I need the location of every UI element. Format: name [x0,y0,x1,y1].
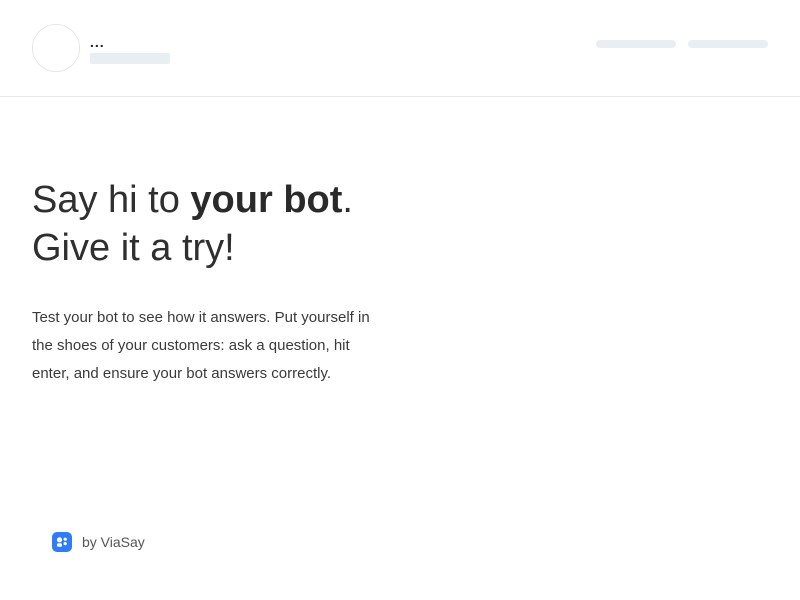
viasay-branding[interactable]: by ViaSay [52,532,145,552]
header-nav-placeholder-2 [688,40,768,48]
header-nav-placeholder-1 [596,40,676,48]
headline-text-start: Say hi to [32,179,191,221]
bot-name: ... [90,34,105,50]
bot-avatar [32,24,80,72]
viasay-logo-icon [52,532,72,552]
bot-test-page: ... Say hi to your bot. Give it a try! T… [0,0,800,600]
page-headline: Say hi to your bot. Give it a try! [32,176,452,272]
headline-text-bold: your bot [190,179,343,221]
headline-text-end: . [342,179,353,221]
page-description: Test your bot to see how it answers. Put… [32,309,370,382]
header: ... [0,0,800,97]
branding-label: by ViaSay [82,534,145,550]
bot-subtitle-placeholder [90,53,170,64]
headline-line-2: Give it a try! [32,227,235,269]
